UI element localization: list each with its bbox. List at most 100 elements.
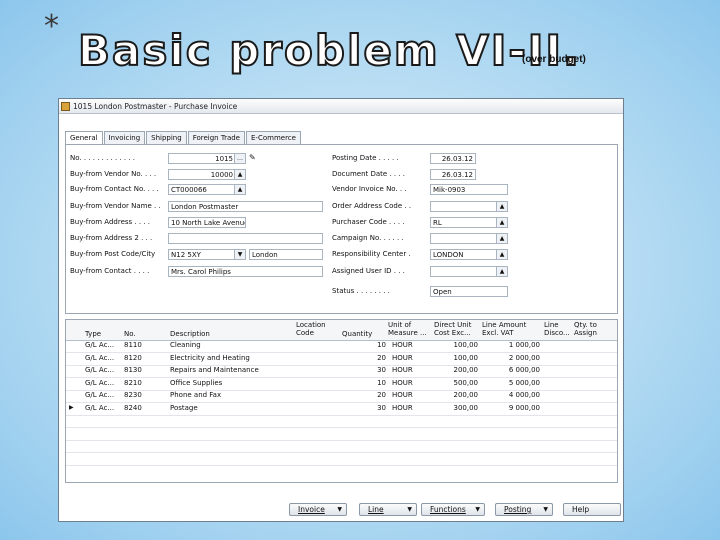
cell-type[interactable]: G/L Ac... [85,366,121,374]
table-row[interactable] [66,440,617,453]
table-row[interactable]: G/L Ac... 8120 Electricity and Heating 20 HO… [66,353,617,366]
posting-button[interactable]: Posting ▼ [495,503,553,516]
cell-direct-unit-cost[interactable]: 100,00 [434,354,479,362]
cell-no[interactable]: 8120 [124,354,164,362]
cell-unit-of-measure[interactable]: HOUR [392,404,432,412]
cell-quantity[interactable]: 20 [342,391,386,399]
col-location-code[interactable]: Location Code [296,321,340,337]
cell-description[interactable]: Phone and Fax [170,391,290,399]
cell-direct-unit-cost[interactable]: 200,00 [434,366,479,374]
col-description[interactable]: Description [170,330,290,338]
dropdown-icon[interactable]: ▲ [496,233,507,243]
cell-unit-of-measure[interactable]: HOUR [392,366,432,374]
dropdown-icon[interactable]: ▲ [496,217,507,227]
cell-unit-of-measure[interactable]: HOUR [392,341,432,349]
document-date-input[interactable]: 26.03.12 [430,168,476,180]
contact-input[interactable]: Mrs. Carol Philips [168,265,323,277]
pencil-icon[interactable]: ✎ [249,153,259,163]
functions-button[interactable]: Functions ▼ [421,503,485,516]
vendor-name-input[interactable]: London Postmaster [168,200,323,212]
status-value[interactable]: Open [430,285,508,297]
cell-unit-of-measure[interactable]: HOUR [392,354,432,362]
cell-direct-unit-cost[interactable]: 200,00 [434,391,479,399]
cell-line-amount[interactable]: 2 000,00 [482,354,540,362]
cell-direct-unit-cost[interactable]: 100,00 [434,341,479,349]
col-line-discount[interactable]: Line Disco... [544,321,572,337]
cell-description[interactable]: Office Supplies [170,379,290,387]
table-row[interactable] [66,453,617,466]
tab-invoicing[interactable]: Invoicing [103,131,146,144]
lookup-icon[interactable]: … [234,153,245,163]
cell-direct-unit-cost[interactable]: 500,00 [434,379,479,387]
purchaser-code-input[interactable]: RL ▲ [430,216,508,228]
vendor-no-input[interactable]: 10000 ▲ [168,168,246,180]
cell-quantity[interactable]: 20 [342,354,386,362]
cell-quantity[interactable]: 10 [342,341,386,349]
cell-type[interactable]: G/L Ac... [85,341,121,349]
table-row[interactable]: G/L Ac... 8230 Phone and Fax 20 HOUR 200,00 4 … [66,390,617,403]
cell-no[interactable]: 8240 [124,404,164,412]
posting-date-input[interactable]: 26.03.12 [430,152,476,164]
cell-line-amount[interactable]: 4 000,00 [482,391,540,399]
address-2-input[interactable] [168,232,323,244]
cell-quantity[interactable]: 30 [342,404,386,412]
dropdown-icon[interactable]: ▲ [234,169,245,179]
city-input[interactable]: London [249,248,323,260]
address-input[interactable]: 10 North Lake Avenue [168,216,246,228]
no-input[interactable]: 1015… [168,152,246,164]
responsibility-center-input[interactable]: LONDON ▲ [430,248,508,260]
contact-no-input[interactable]: CT000066 ▲ [168,183,246,195]
table-row[interactable]: G/L Ac... 8210 Office Supplies 10 HOUR 500,00… [66,378,617,391]
line-button[interactable]: Line ▼ [359,503,417,516]
cell-line-amount[interactable]: 1 000,00 [482,341,540,349]
tab-foreign-trade[interactable]: Foreign Trade [187,131,245,144]
tab-shipping[interactable]: Shipping [146,131,187,144]
cell-no[interactable]: 8130 [124,366,164,374]
tab-e-commerce[interactable]: E-Commerce [246,131,301,144]
col-quantity[interactable]: Quantity [342,330,386,338]
assigned-user-id-input[interactable]: ▲ [430,265,508,277]
col-line-amount[interactable]: Line Amount Excl. VAT [482,321,542,337]
col-unit-of-measure[interactable]: Unit of Measure ... [388,321,432,337]
dropdown-icon[interactable]: ▲ [496,266,507,276]
cell-unit-of-measure[interactable]: HOUR [392,379,432,387]
cell-unit-of-measure[interactable]: HOUR [392,391,432,399]
col-direct-unit-cost[interactable]: Direct Unit Cost Exc... [434,321,480,337]
cell-line-amount[interactable]: 6 000,00 [482,366,540,374]
order-address-code-input[interactable]: ▲ [430,200,508,212]
cell-type[interactable]: G/L Ac... [85,354,121,362]
table-row[interactable]: G/L Ac... 8130 Repairs and Maintenance 30 HO… [66,365,617,378]
cell-quantity[interactable]: 30 [342,366,386,374]
invoice-button[interactable]: Invoice ▼ [289,503,347,516]
help-button[interactable]: Help [563,503,621,516]
table-row[interactable] [66,428,617,441]
window-titlebar[interactable]: 1015 London Postmaster - Purchase Invoic… [59,99,623,114]
col-qty-to-assign[interactable]: Qty. to Assign [574,321,610,337]
cell-description[interactable]: Postage [170,404,290,412]
table-row[interactable]: G/L Ac... 8110 Cleaning 10 HOUR 100,00 1 000,0… [66,340,617,353]
cell-line-amount[interactable]: 5 000,00 [482,379,540,387]
dropdown-icon[interactable]: ▲ [234,184,245,194]
dropdown-icon[interactable]: ▼ [234,249,245,259]
cell-type[interactable]: G/L Ac... [85,391,121,399]
table-row[interactable] [66,415,617,428]
campaign-no-input[interactable]: ▲ [430,232,508,244]
col-type[interactable]: Type [85,330,121,338]
col-no[interactable]: No. [124,330,164,338]
vendor-invoice-no-input[interactable]: Mik-0903 [430,183,508,195]
cell-type[interactable]: G/L Ac... [85,404,121,412]
table-row[interactable]: ▶ G/L Ac... 8240 Postage 30 HOUR 300,00 9 000,0… [66,403,617,416]
dropdown-icon[interactable]: ▲ [496,249,507,259]
cell-no[interactable]: 8230 [124,391,164,399]
cell-description[interactable]: Cleaning [170,341,290,349]
cell-type[interactable]: G/L Ac... [85,379,121,387]
cell-no[interactable]: 8210 [124,379,164,387]
tab-general[interactable]: General [65,131,103,145]
cell-description[interactable]: Electricity and Heating [170,354,290,362]
cell-line-amount[interactable]: 9 000,00 [482,404,540,412]
cell-direct-unit-cost[interactable]: 300,00 [434,404,479,412]
cell-no[interactable]: 8110 [124,341,164,349]
dropdown-icon[interactable]: ▲ [496,201,507,211]
cell-description[interactable]: Repairs and Maintenance [170,366,290,374]
cell-quantity[interactable]: 10 [342,379,386,387]
